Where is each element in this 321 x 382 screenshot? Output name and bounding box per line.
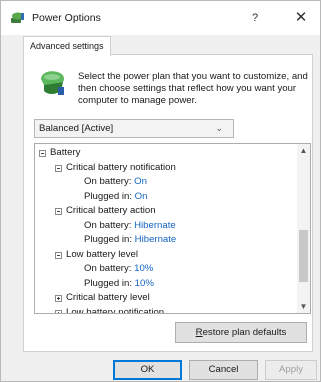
power-plan-selected-value: Balanced [Active] (39, 123, 114, 134)
tree-row-text: On battery: (84, 263, 135, 274)
tree-row-label: Plugged in: Hibernate (84, 233, 176, 248)
tree-row-text: Critical battery level (66, 292, 150, 303)
tree-row[interactable]: Plugged in: On (35, 190, 297, 205)
restore-accelerator: R (195, 327, 203, 338)
chevron-down-icon: ⌄ (215, 123, 223, 133)
power-plan-dropdown[interactable]: Balanced [Active] ⌄ (34, 119, 234, 138)
collapse-icon[interactable] (39, 150, 46, 157)
tree-row-label: On battery: 10% (84, 262, 153, 277)
restore-plan-defaults-button[interactable]: Restore plan defaults (175, 322, 307, 343)
collapse-icon[interactable] (55, 164, 62, 172)
tree-row-label: On battery: On (84, 175, 147, 190)
scroll-down-arrow-icon[interactable]: ▼ (297, 302, 310, 311)
tree-row-text: Plugged in: (84, 234, 135, 245)
expand-icon[interactable] (55, 295, 62, 302)
tree-row[interactable]: Critical battery action (35, 204, 297, 219)
tree-row-value-link[interactable]: 10% (134, 263, 153, 274)
tree-row-label: Critical battery notification (66, 161, 176, 176)
tree-row-value-link[interactable]: Hibernate (134, 220, 176, 231)
tree-row-value-link[interactable]: On (134, 176, 147, 187)
tree-row-label: Low battery level (66, 248, 138, 263)
expand-icon[interactable] (55, 309, 62, 313)
settings-tree[interactable]: Battery Critical battery notification On b… (34, 143, 311, 314)
tree-row-text: On battery: (84, 219, 135, 231)
tree-row-label: Critical battery level (66, 291, 150, 306)
collapse-icon[interactable] (55, 208, 62, 215)
settings-tree-rows: Battery Critical battery notification On b… (35, 146, 297, 314)
tree-row[interactable]: On battery: 10% (35, 262, 297, 277)
scrollbar-thumb[interactable] (299, 230, 308, 282)
tree-row-value-link[interactable]: Hibernate (135, 234, 177, 245)
tree-row-text: Low battery level (66, 248, 138, 260)
close-button[interactable]: ✕ (288, 7, 314, 29)
tree-row-label: Low battery notification (66, 306, 165, 314)
power-options-window: Power Options ? ✕ Advanced settings Sele… (0, 0, 321, 382)
tree-row-text: Critical battery notification (66, 161, 176, 173)
tree-row-label: Plugged in: 10% (84, 277, 154, 292)
tree-row[interactable]: On battery: Hibernate (35, 219, 297, 234)
vertical-scrollbar[interactable]: ▲ ▼ (297, 144, 310, 313)
tab-advanced-settings[interactable]: Advanced settings (23, 36, 111, 56)
restore-label: estore plan defaults (202, 327, 287, 338)
tree-row-label: Critical battery action (66, 204, 156, 219)
help-button[interactable]: ? (243, 7, 267, 29)
cancel-button[interactable]: Cancel (189, 360, 258, 380)
collapse-icon[interactable] (55, 251, 62, 259)
tree-row[interactable]: Plugged in: 10% (35, 277, 297, 292)
tree-row-text: Plugged in: (84, 190, 135, 202)
window-title: Power Options (32, 12, 101, 24)
power-options-icon (11, 12, 24, 23)
tree-row-value-link[interactable]: On (135, 191, 148, 202)
tree-row[interactable]: Low battery notification (35, 306, 297, 314)
tree-row-text: Critical battery action (66, 205, 156, 216)
tree-row[interactable]: Plugged in: Hibernate (35, 233, 297, 248)
tree-row-label: On battery: Hibernate (84, 219, 176, 234)
scroll-up-arrow-icon[interactable]: ▲ (297, 146, 310, 155)
tree-row-label: Battery (50, 146, 80, 161)
title-bar: Power Options ? ✕ (1, 1, 320, 35)
tree-row[interactable]: Low battery level (35, 248, 297, 263)
tree-row-value-link[interactable]: 10% (135, 278, 154, 289)
power-plan-icon (41, 71, 64, 95)
tree-row-text: Plugged in: (84, 277, 135, 289)
tree-row-text: On battery: (84, 176, 135, 187)
tree-row-label: Plugged in: On (84, 190, 147, 205)
tree-row-text: Battery (50, 147, 81, 158)
tree-row[interactable]: Critical battery notification (35, 161, 297, 176)
tree-row[interactable]: Battery (35, 146, 297, 161)
apply-button[interactable]: Apply (265, 360, 317, 380)
tree-row[interactable]: On battery: On (35, 175, 297, 190)
ok-button[interactable]: OK (113, 360, 182, 380)
tree-row-text: Low battery notification (66, 306, 165, 314)
tree-row[interactable]: Critical battery level (35, 291, 297, 306)
intro-description: Select the power plan that you want to c… (78, 71, 308, 107)
